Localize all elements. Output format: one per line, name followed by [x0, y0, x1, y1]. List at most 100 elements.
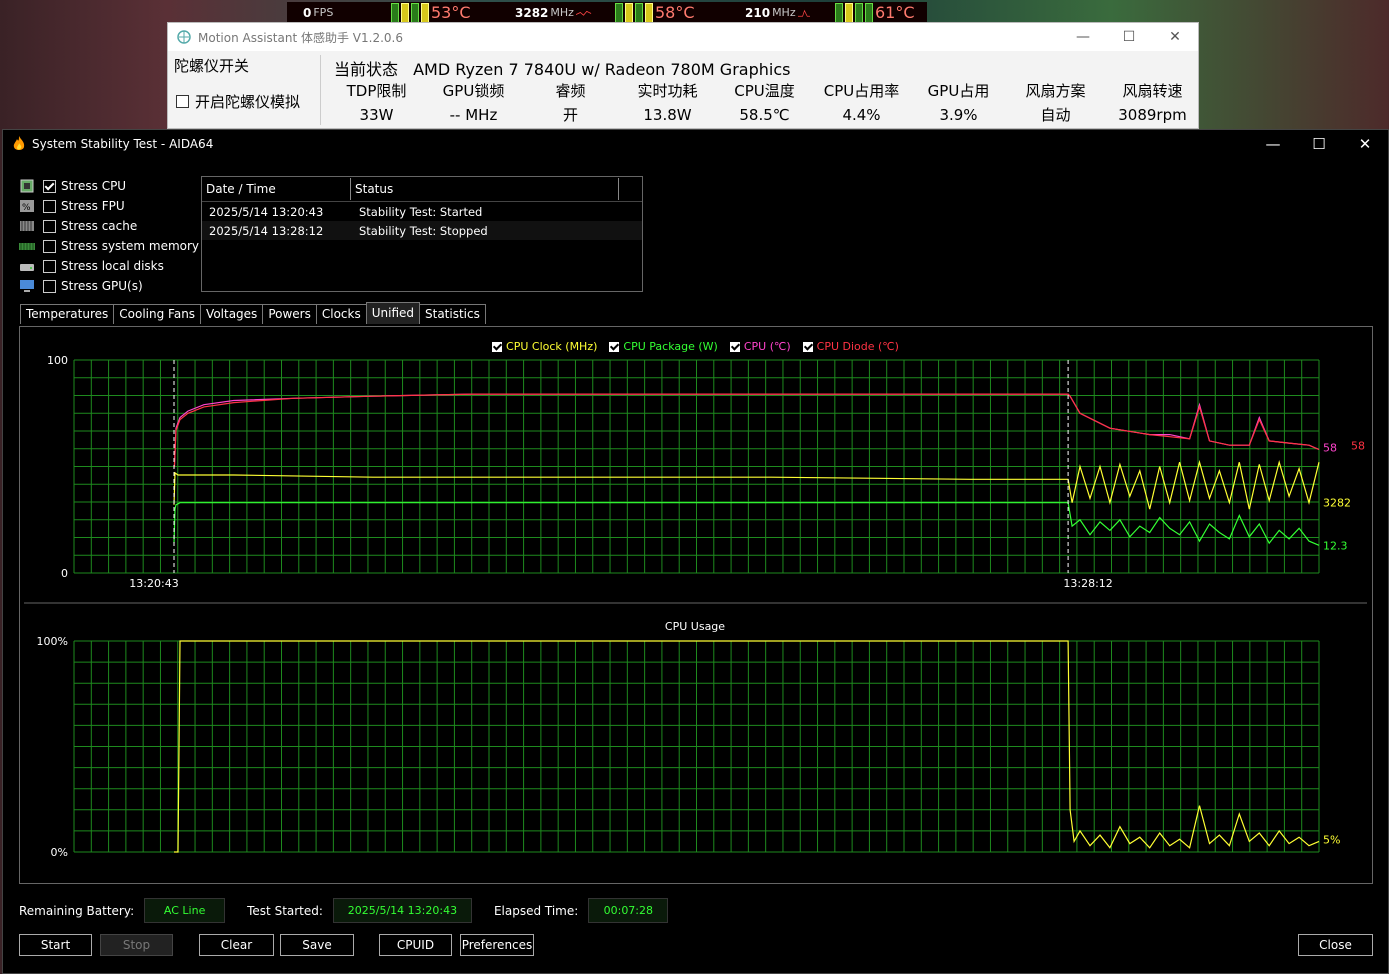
- close-icon[interactable]: ✕: [1342, 135, 1388, 153]
- stress-checkbox[interactable]: [43, 279, 56, 293]
- grid: [73, 359, 1320, 574]
- stress-checkbox[interactable]: [43, 199, 56, 213]
- metric-value: 开: [562, 106, 578, 124]
- gyro-header: 陀螺仪开关: [174, 57, 250, 75]
- test-started-value: 2025/5/14 13:20:43: [332, 898, 472, 923]
- stop-button[interactable]: Stop: [100, 934, 173, 956]
- cpuid-button[interactable]: CPUID: [379, 934, 452, 956]
- motion-assistant-title: Motion Assistant 体感助手 V1.2.0.6: [198, 30, 403, 45]
- test-started-label: Test Started:: [247, 903, 323, 918]
- elapsed-label: Elapsed Time:: [493, 903, 579, 918]
- fps-value: 0: [303, 5, 312, 20]
- cpu-usage-bars: [391, 2, 429, 23]
- monitor-icon: [20, 280, 34, 292]
- tab-cooling-fans[interactable]: Cooling Fans: [113, 304, 202, 324]
- y-tick-label: 0: [61, 567, 68, 580]
- metric-8: 风扇转速 3089rpm: [1104, 79, 1201, 127]
- aida64-titlebar[interactable]: System Stability Test - AIDA64 — ☐ ✕: [3, 130, 1388, 158]
- motion-assistant-titlebar[interactable]: Motion Assistant 体感助手 V1.2.0.6 — ☐ ✕: [168, 23, 1198, 51]
- gyro-sim-toggle[interactable]: 开启陀螺仪模拟: [176, 91, 300, 112]
- metric-value: 4.4%: [842, 106, 881, 124]
- col-status-header[interactable]: Status: [351, 178, 619, 200]
- metric-label: GPU锁频: [442, 82, 505, 100]
- end-label-cpu-clock: 3282: [1323, 497, 1351, 510]
- metric-6: GPU占用 3.9%: [910, 79, 1007, 127]
- aida64-window: System Stability Test - AIDA64 — ☐ ✕ Str…: [2, 129, 1389, 974]
- maximize-icon[interactable]: ☐: [1296, 135, 1342, 153]
- divider: [320, 55, 321, 125]
- tab-unified[interactable]: Unified: [365, 302, 420, 324]
- stress-option-1[interactable]: % Stress FPU: [19, 196, 199, 216]
- metric-4: CPU温度 58.5℃: [716, 79, 813, 127]
- metric-value: 33W: [359, 106, 394, 124]
- metric-label: 风扇方案: [1025, 82, 1086, 100]
- stress-checkbox[interactable]: [43, 259, 56, 273]
- tab-powers[interactable]: Powers: [262, 304, 317, 324]
- stress-option-0[interactable]: Stress CPU: [19, 176, 199, 196]
- tab-temperatures[interactable]: Temperatures: [20, 304, 115, 324]
- metric-value: 3089rpm: [1118, 106, 1187, 124]
- tab-statistics[interactable]: Statistics: [419, 304, 486, 324]
- series-line-cpu-diode-: [173, 393, 1320, 468]
- end-label-cpu-diode: 58: [1351, 439, 1365, 452]
- tab-clocks[interactable]: Clocks: [315, 304, 367, 324]
- gpu-usage-bars: [615, 2, 653, 23]
- gpu-clock-value: 210: [745, 5, 771, 20]
- metric-label: 睿频: [555, 82, 586, 100]
- metric-label: CPU温度: [734, 82, 795, 100]
- fps-unit: FPS: [313, 6, 334, 19]
- log-status: Stability Test: Started: [359, 204, 483, 219]
- start-button[interactable]: Start: [19, 934, 92, 956]
- cpu-clock-unit: MHz: [550, 6, 574, 19]
- close-button[interactable]: Close: [1298, 934, 1373, 956]
- metric-3: 实时功耗 13.8W: [619, 79, 716, 127]
- misc-bars: [835, 2, 873, 23]
- flame-icon: [13, 136, 25, 150]
- grid: [73, 640, 1320, 853]
- stress-option-4[interactable]: Stress local disks: [19, 256, 199, 276]
- tab-voltages[interactable]: Voltages: [200, 304, 264, 324]
- preferences-button[interactable]: Preferences: [460, 934, 534, 956]
- stress-checkbox[interactable]: [43, 219, 56, 233]
- end-label-cpu-usage: 5%: [1323, 833, 1340, 846]
- stress-option-5[interactable]: Stress GPU(s): [19, 276, 199, 296]
- metric-value: 自动: [1040, 106, 1071, 124]
- tab-strip: Temperatures Cooling Fans Voltages Powers Cl…: [20, 302, 486, 324]
- gyro-sim-checkbox[interactable]: [176, 95, 189, 108]
- col-date-header[interactable]: Date / Time: [202, 178, 351, 200]
- performance-overlay: 0 FPS 53°C 3282 MHz 58°C 210 MHz 61°C: [287, 2, 927, 23]
- maximize-icon[interactable]: ☐: [1106, 29, 1152, 45]
- metric-label: 实时功耗: [637, 82, 698, 100]
- series-line-cpu-package-w-: [173, 502, 1320, 546]
- gpu-clock-unit: MHz: [772, 6, 796, 19]
- stress-label: Stress GPU(s): [61, 279, 143, 293]
- metric-label: GPU占用: [927, 82, 990, 100]
- metric-value: 3.9%: [939, 106, 978, 124]
- stress-option-3[interactable]: Stress system memory: [19, 236, 199, 256]
- minimize-icon[interactable]: —: [1060, 29, 1106, 45]
- cpu-temp-value: 53°C: [431, 3, 471, 22]
- log-row[interactable]: 2025/5/14 13:28:12 Stability Test: Stoppe…: [202, 221, 642, 240]
- chart-title: CPU Usage: [665, 620, 725, 633]
- minimize-icon[interactable]: —: [1250, 135, 1296, 153]
- chart-panel: CPU Clock (MHz) CPU Package (W) CPU (℃) CPU…: [19, 326, 1373, 884]
- y-tick-label: 100%: [37, 635, 68, 648]
- stress-checkbox[interactable]: [43, 179, 56, 193]
- stress-checkbox[interactable]: [43, 239, 56, 253]
- x-tick-label: 13:28:12: [1063, 577, 1112, 590]
- metric-value: -- MHz: [449, 106, 498, 124]
- gyro-sim-label: 开启陀螺仪模拟: [195, 93, 301, 111]
- metric-7: 风扇方案 自动: [1007, 79, 1104, 127]
- clear-button[interactable]: Clear: [199, 934, 274, 956]
- gpu-clock-sparkline: [797, 9, 810, 17]
- stress-label: Stress FPU: [61, 199, 125, 213]
- close-icon[interactable]: ✕: [1152, 29, 1198, 45]
- metrics-row: TDP限制 33W GPU锁频 -- MHz 睿频开实时功耗 13.8W CPU温度 58.5…: [328, 79, 1201, 127]
- gyroscope-icon: [177, 30, 191, 44]
- log-row[interactable]: 2025/5/14 13:20:43 Stability Test: Starte…: [202, 202, 642, 221]
- disk-drive-icon: [20, 264, 34, 271]
- status-line: 当前状态 AMD Ryzen 7 7840U w/ Radeon 780M Gr…: [334, 56, 790, 80]
- save-button[interactable]: Save: [280, 934, 354, 956]
- stress-option-2[interactable]: Stress cache: [19, 216, 199, 236]
- stress-label: Stress CPU: [61, 179, 127, 193]
